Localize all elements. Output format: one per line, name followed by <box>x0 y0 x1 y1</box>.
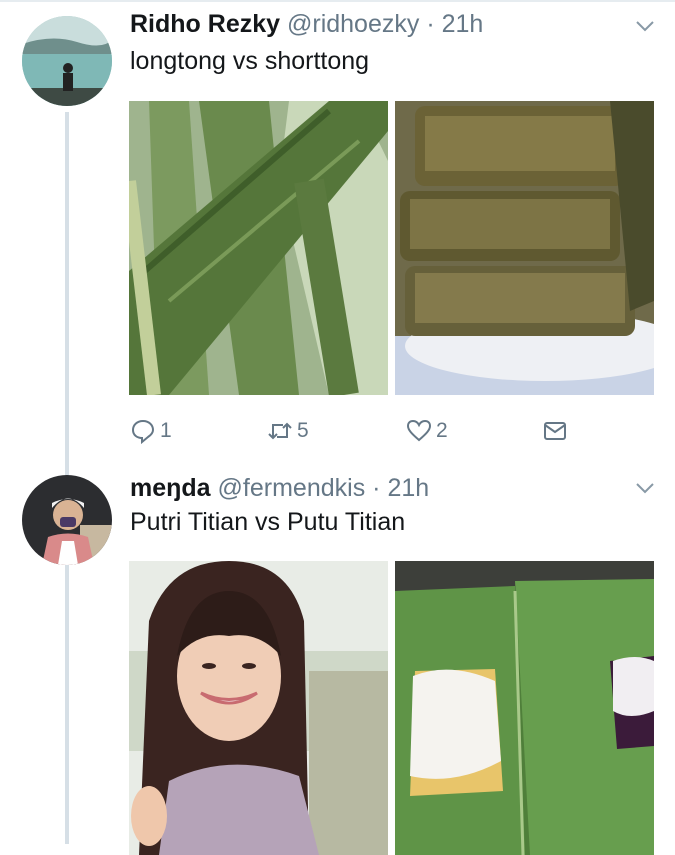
media-image-right[interactable] <box>395 561 654 855</box>
envelope-icon <box>544 422 566 440</box>
tweet-media[interactable] <box>129 101 654 395</box>
retweet-button[interactable]: 5 <box>267 418 309 444</box>
tweet-header: meŋda @fermendkis · 21h <box>130 473 429 503</box>
avatar[interactable] <box>22 16 112 106</box>
media-image-right[interactable] <box>395 101 654 395</box>
reply-button[interactable]: 1 <box>130 418 172 444</box>
direct-message-button[interactable] <box>542 418 568 444</box>
separator-dot: · <box>372 474 381 502</box>
media-image-left[interactable] <box>129 101 388 395</box>
tweet-header: Ridho Rezky @ridhoezky · 21h <box>130 9 483 39</box>
timestamp[interactable]: 21h <box>387 474 429 502</box>
retweet-count: 5 <box>297 419 309 442</box>
heart-icon <box>406 419 432 442</box>
timestamp[interactable]: 21h <box>442 10 484 38</box>
tweet-media[interactable] <box>129 561 654 855</box>
like-button[interactable]: 2 <box>406 418 448 444</box>
like-count: 2 <box>436 419 448 442</box>
tweet-actions: 1 5 2 <box>130 418 580 448</box>
top-divider <box>0 0 675 2</box>
media-image-left[interactable] <box>129 561 388 855</box>
avatar[interactable] <box>22 475 112 565</box>
tweet-text: longtong vs shorttong <box>130 47 370 75</box>
display-name[interactable]: meŋda <box>130 474 211 502</box>
separator-dot: · <box>426 10 435 38</box>
reply-count: 1 <box>160 419 172 442</box>
user-handle[interactable]: @ridhoezky <box>287 10 419 38</box>
display-name[interactable]: Ridho Rezky <box>130 10 280 38</box>
reply-icon <box>131 419 155 444</box>
chevron-down-icon[interactable] <box>634 477 656 499</box>
retweet-icon <box>268 422 292 440</box>
tweet-text: Putri Titian vs Putu Titian <box>130 508 406 536</box>
chevron-down-icon[interactable] <box>634 15 656 37</box>
user-handle[interactable]: @fermendkis <box>218 474 366 502</box>
